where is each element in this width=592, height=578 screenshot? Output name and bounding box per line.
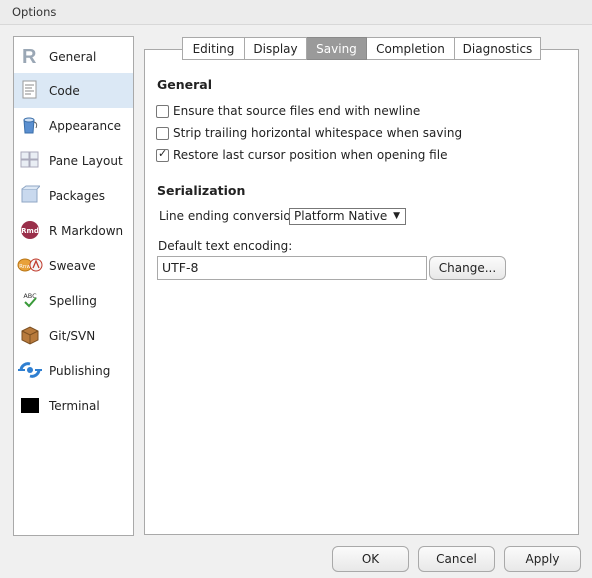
checkbox-box[interactable] xyxy=(156,126,169,140)
ensure-newline-checkbox[interactable]: Ensure that source files end with newlin… xyxy=(156,103,420,119)
sidebar-item-code[interactable]: Code xyxy=(14,73,133,108)
tab-editing[interactable]: Editing xyxy=(182,37,245,60)
change-encoding-button[interactable]: Change... xyxy=(429,256,506,280)
spelling-abc-icon: ABC xyxy=(20,290,40,310)
restore-cursor-checkbox[interactable]: ✓ Restore last cursor position when open… xyxy=(156,147,447,163)
serialization-section-title: Serialization xyxy=(157,183,246,198)
git-box-icon xyxy=(20,325,40,345)
checkbox-label: Ensure that source files end with newlin… xyxy=(173,104,421,118)
sidebar-item-git-svn[interactable]: Git/SVN xyxy=(14,318,133,353)
sidebar-item-label: Terminal xyxy=(49,399,100,413)
sidebar-item-appearance[interactable]: Appearance xyxy=(14,108,133,143)
title-bar: Options xyxy=(0,0,592,25)
sidebar-item-label: R Markdown xyxy=(49,224,124,238)
strip-whitespace-checkbox[interactable]: Strip trailing horizontal whitespace whe… xyxy=(156,125,462,141)
sidebar-item-label: Spelling xyxy=(49,294,97,308)
sidebar-item-pane-layout[interactable]: Pane Layout xyxy=(14,143,133,178)
terminal-icon xyxy=(20,395,40,415)
r-logo-icon: R xyxy=(20,46,40,68)
apply-button[interactable]: Apply xyxy=(504,546,581,572)
tab-diagnostics[interactable]: Diagnostics xyxy=(455,37,541,60)
sidebar-item-label: Packages xyxy=(49,189,105,203)
options-sidebar: R General Code Appearance Pane Layout Pa… xyxy=(13,36,134,536)
code-document-icon xyxy=(20,80,40,100)
checkbox-box[interactable] xyxy=(156,104,169,118)
window-title: Options xyxy=(12,5,57,19)
sidebar-item-packages[interactable]: Packages xyxy=(14,178,133,213)
general-section-title: General xyxy=(157,77,212,92)
appearance-bucket-icon xyxy=(20,115,40,135)
tab-bar: Editing Display Saving Completion Diagno… xyxy=(182,37,541,61)
tab-display[interactable]: Display xyxy=(245,37,307,60)
cancel-button[interactable]: Cancel xyxy=(418,546,495,572)
sidebar-item-terminal[interactable]: Terminal xyxy=(14,388,133,423)
ok-button[interactable]: OK xyxy=(332,546,409,572)
checkbox-box[interactable]: ✓ xyxy=(156,146,169,162)
line-ending-select[interactable]: Platform Native ▼ xyxy=(289,208,406,225)
tab-saving[interactable]: Saving xyxy=(307,37,367,60)
sidebar-item-label: General xyxy=(49,50,97,64)
sidebar-item-r-markdown[interactable]: Rmd R Markdown xyxy=(14,213,133,248)
sidebar-item-general[interactable]: R General xyxy=(14,39,133,74)
svg-text:R: R xyxy=(22,46,37,66)
sidebar-item-label: Git/SVN xyxy=(49,329,96,343)
line-ending-label: Line ending conversion: xyxy=(159,209,303,223)
encoding-label: Default text encoding: xyxy=(158,239,293,253)
package-box-icon xyxy=(20,185,42,205)
sidebar-item-label: Pane Layout xyxy=(49,154,123,168)
sidebar-item-publishing[interactable]: Publishing xyxy=(14,353,133,388)
line-ending-value: Platform Native xyxy=(294,209,388,223)
encoding-field[interactable]: UTF-8 xyxy=(157,256,427,280)
check-mark-icon: ✓ xyxy=(158,146,168,160)
settings-panel xyxy=(144,49,579,535)
checkbox-label: Restore last cursor position when openin… xyxy=(173,148,448,162)
sidebar-item-label: Sweave xyxy=(49,259,96,273)
rmd-icon: Rmd xyxy=(20,220,40,240)
sidebar-item-label: Appearance xyxy=(49,119,122,133)
dropdown-arrow-icon: ▼ xyxy=(393,211,400,221)
sidebar-item-label: Code xyxy=(49,84,80,98)
tab-completion[interactable]: Completion xyxy=(367,37,455,60)
publishing-icon xyxy=(18,360,42,380)
sidebar-item-spelling[interactable]: ABC Spelling xyxy=(14,283,133,318)
checkbox-label: Strip trailing horizontal whitespace whe… xyxy=(173,126,463,140)
rmd-icon-text: Rmd xyxy=(21,227,39,235)
sidebar-item-label: Publishing xyxy=(49,364,111,378)
sweave-icon: Rnw xyxy=(17,255,43,275)
pane-layout-icon xyxy=(20,150,40,170)
sidebar-item-sweave[interactable]: Rnw Sweave xyxy=(14,248,133,283)
